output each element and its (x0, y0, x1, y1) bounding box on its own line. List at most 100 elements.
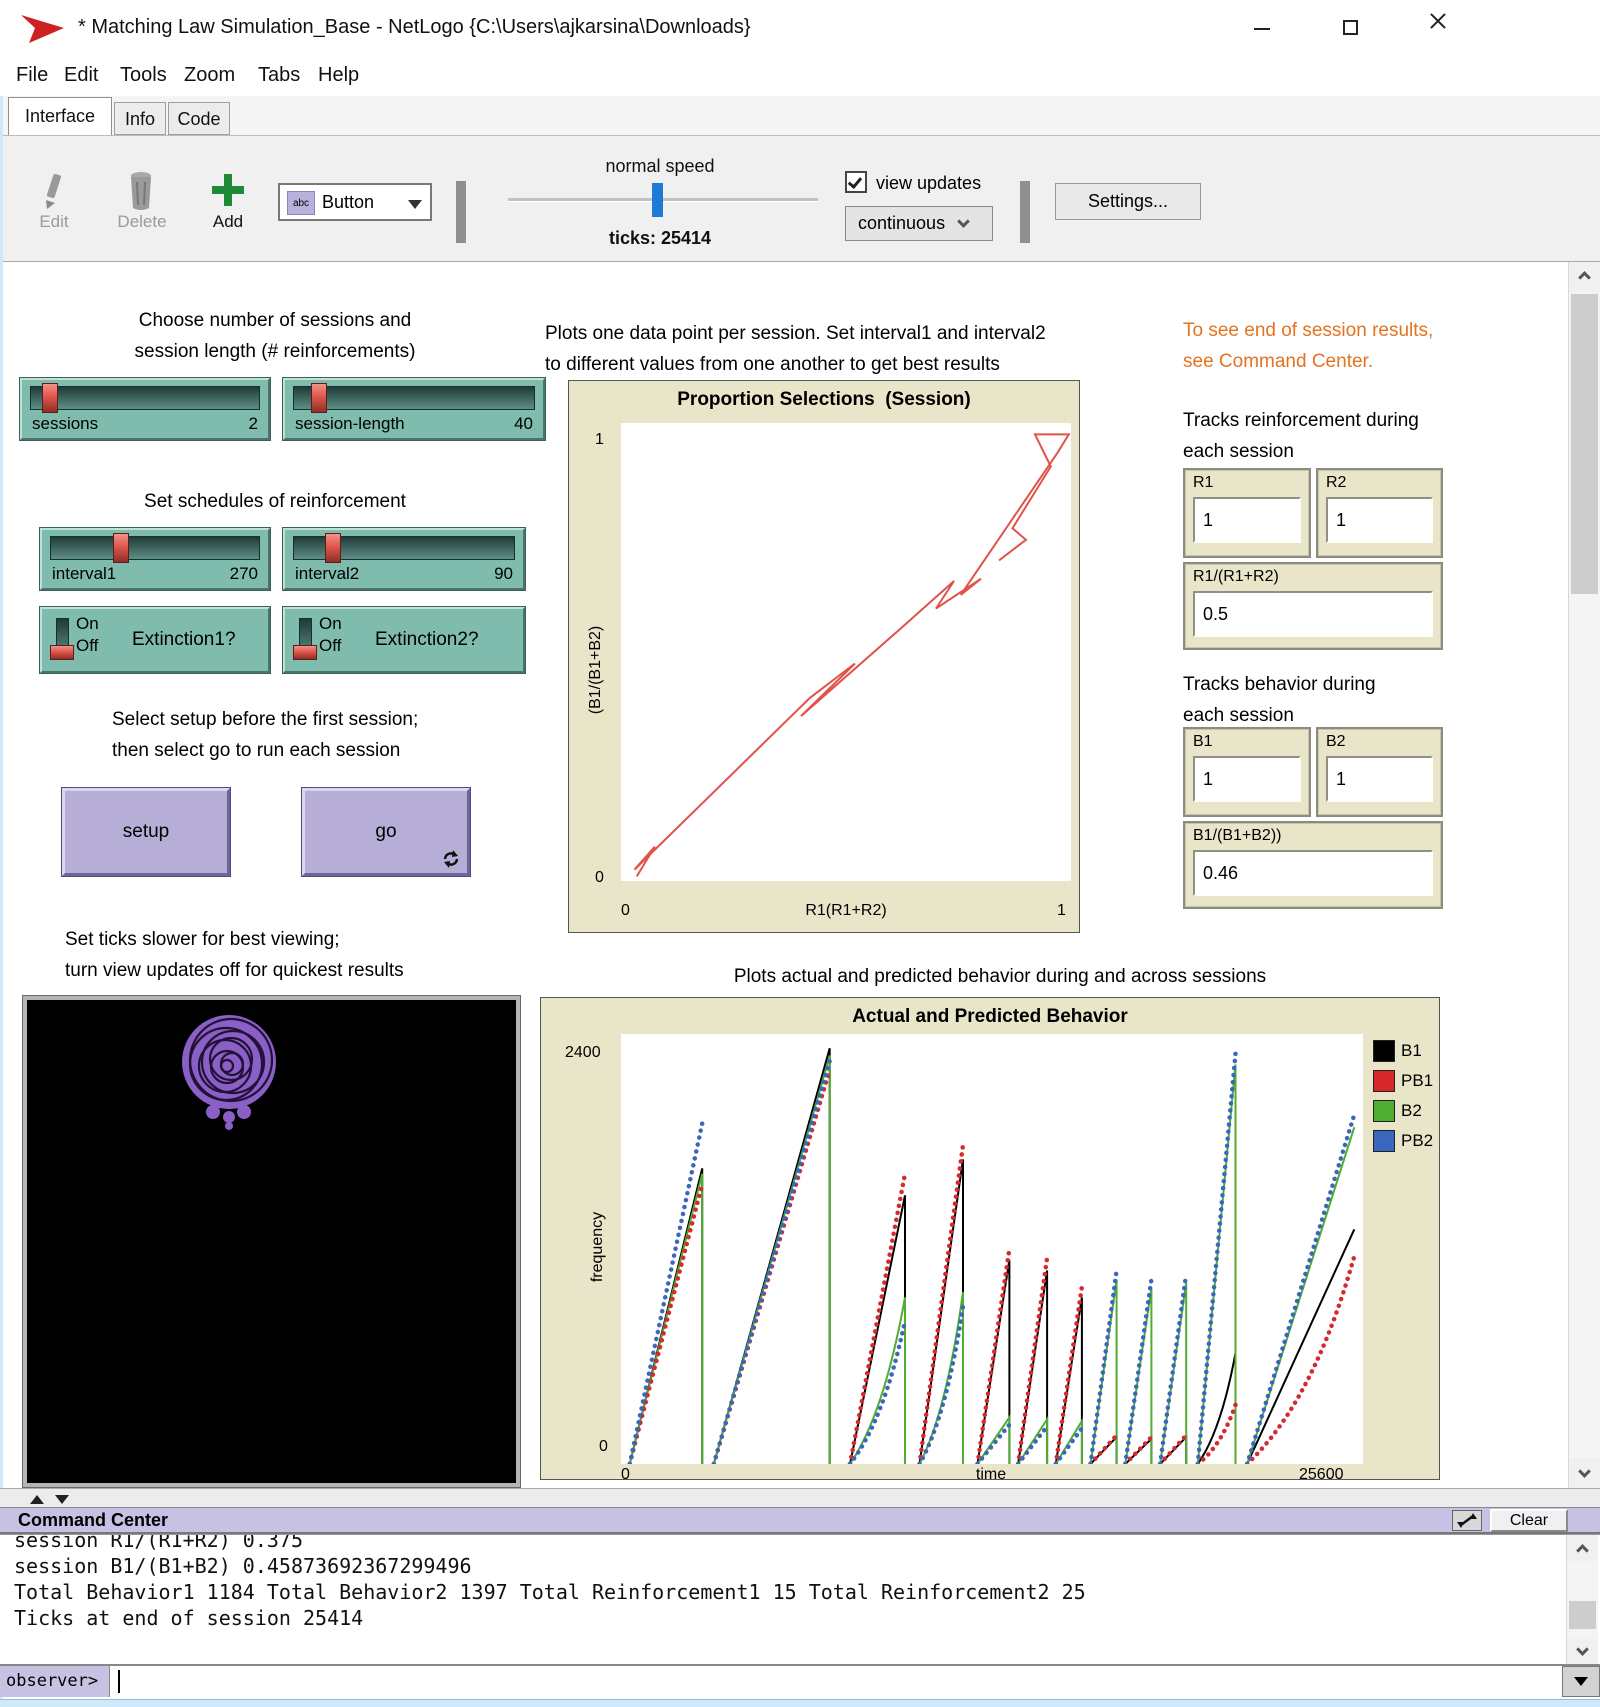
slider-value: 270 (230, 564, 258, 584)
speed-slider-label: normal speed (560, 156, 760, 177)
chevron-down-icon (957, 215, 970, 228)
tab-info[interactable]: Info (114, 102, 166, 135)
add-plus-icon[interactable] (212, 174, 244, 206)
plot2-xtick-max: 25600 (1299, 1466, 1344, 1484)
update-mode-dropdown[interactable]: continuous (845, 206, 993, 241)
view-updates-checkbox[interactable] (845, 171, 867, 193)
tab-row: Interface Info Code (0, 96, 1600, 135)
settings-button[interactable]: Settings... (1055, 183, 1201, 220)
output-line: session B1/(B1+B2) 0.45873692367299496 (14, 1553, 1554, 1579)
scroll-down-icon[interactable] (1567, 1639, 1598, 1664)
observer-prompt-label: observer> (0, 1666, 110, 1697)
slider-interval1[interactable]: interval1 270 (40, 528, 270, 590)
window-left-border (0, 96, 3, 1707)
splitter-up-icon[interactable] (30, 1495, 44, 1504)
scroll-down-icon[interactable] (1569, 1458, 1600, 1488)
speed-slider-track[interactable] (508, 198, 818, 202)
plot2-xtick-min: 0 (621, 1466, 630, 1484)
slider-interval2[interactable]: interval290 (283, 528, 525, 590)
delete-trash-icon[interactable] (126, 170, 156, 212)
switch-off-label: Off (76, 636, 98, 656)
legend-swatch-b1 (1373, 1040, 1395, 1062)
netlogo-logo-icon (20, 12, 66, 46)
legend-label-pb1: PB1 (1401, 1071, 1433, 1091)
menu-file[interactable]: File (16, 64, 48, 87)
menu-edit[interactable]: Edit (64, 64, 98, 87)
menu-zoom[interactable]: Zoom (184, 64, 235, 87)
monitor-value: 1 (1326, 756, 1433, 802)
slider-name: interval1 (52, 564, 116, 584)
edit-pencil-icon[interactable] (40, 172, 66, 212)
slider-session-length[interactable]: session-length40 (283, 378, 545, 440)
monitor-b1-ratio: B1/(B1+B2)) 0.46 (1183, 821, 1443, 909)
setup-button-label: setup (123, 821, 169, 843)
main-scrollbar[interactable] (1568, 262, 1600, 1488)
toolbar-separator (456, 181, 466, 243)
close-button[interactable] (1416, 12, 1462, 44)
output-scrollbar[interactable] (1566, 1535, 1598, 1664)
slider-sessions[interactable]: sessions2 (20, 378, 270, 440)
monitor-label: B1/(B1+B2)) (1193, 827, 1281, 845)
go-button[interactable]: go (302, 788, 470, 876)
switch-on-label: On (76, 614, 99, 634)
legend-item-b2: B2 (1373, 1098, 1439, 1124)
plot2-title: Actual and Predicted Behavior (541, 1006, 1439, 1028)
plot2-ytick-max: 2400 (565, 1044, 601, 1062)
slider-value: 90 (494, 564, 513, 584)
monitor-label: R2 (1326, 474, 1346, 492)
command-center-header: Command Center Clear (0, 1508, 1600, 1534)
toolbar-separator (1020, 181, 1030, 243)
legend-swatch-pb2 (1373, 1130, 1395, 1152)
monitor-r2: R2 1 (1316, 468, 1443, 558)
menu-tools[interactable]: Tools (120, 64, 167, 87)
note-tracks-behavior: Tracks behavior during each session (1183, 669, 1473, 731)
menu-tabs[interactable]: Tabs (258, 64, 300, 87)
scroll-up-icon[interactable] (1567, 1535, 1598, 1561)
minimize-button[interactable] (1240, 12, 1286, 44)
setup-button[interactable]: setup (62, 788, 230, 876)
note-plot2: Plots actual and predicted behavior duri… (640, 961, 1360, 992)
plot1-title: Proportion Selections (Session) (569, 389, 1079, 411)
main-scrollbar-thumb[interactable] (1571, 294, 1598, 594)
observer-prompt-row: observer> (0, 1664, 1600, 1697)
splitter-down-icon[interactable] (55, 1495, 69, 1504)
edit-tool-label[interactable]: Edit (22, 212, 86, 232)
monitor-value: 0.5 (1193, 591, 1433, 637)
slider-value: 40 (514, 414, 533, 434)
monitor-b1: B1 1 (1183, 727, 1311, 817)
tab-code[interactable]: Code (168, 102, 230, 135)
command-center-expand-button[interactable] (1452, 1510, 1482, 1531)
switch-handle[interactable] (50, 645, 74, 660)
command-input[interactable] (112, 1666, 1560, 1697)
widget-type-value: Button (322, 192, 374, 213)
forever-icon (441, 850, 461, 868)
menu-help[interactable]: Help (318, 64, 359, 87)
monitor-label: R1/(R1+R2) (1193, 568, 1279, 586)
switch-extinction1[interactable]: On Off Extinction1? (40, 607, 270, 673)
world-view (23, 996, 520, 1487)
output-scrollbar-thumb[interactable] (1569, 1601, 1596, 1629)
maximize-button[interactable] (1328, 12, 1374, 44)
chevron-down-icon (408, 200, 422, 209)
tab-interface[interactable]: Interface (8, 97, 112, 135)
output-line: session R1/(R1+R2) 0.375 (14, 1534, 1554, 1553)
plot2-canvas (621, 1034, 1363, 1464)
switch-label: Extinction2? (375, 609, 479, 671)
button-widget-icon: abc (287, 191, 315, 215)
scroll-up-icon[interactable] (1569, 262, 1600, 292)
history-dropdown-button[interactable] (1562, 1666, 1600, 1697)
clear-button[interactable]: Clear (1490, 1509, 1568, 1532)
window-title: * Matching Law Simulation_Base - NetLogo… (78, 16, 751, 39)
plot1-ytick-min: 0 (595, 869, 604, 887)
legend-swatch-pb1 (1373, 1070, 1395, 1092)
speed-slider-handle[interactable] (652, 183, 663, 217)
proportion-selections-plot: Proportion Selections (Session) 1 0 (B1/… (568, 380, 1080, 933)
actual-predicted-plot: Actual and Predicted Behavior 2400 0 fre… (540, 997, 1440, 1480)
switch-handle[interactable] (293, 645, 317, 660)
switch-extinction2[interactable]: On Off Extinction2? (283, 607, 525, 673)
command-center-splitter[interactable] (0, 1488, 1600, 1508)
delete-tool-label[interactable]: Delete (102, 212, 182, 232)
add-tool-label[interactable]: Add (198, 212, 258, 232)
plot1-canvas (621, 423, 1071, 881)
widget-type-dropdown[interactable]: abc Button (278, 183, 432, 221)
